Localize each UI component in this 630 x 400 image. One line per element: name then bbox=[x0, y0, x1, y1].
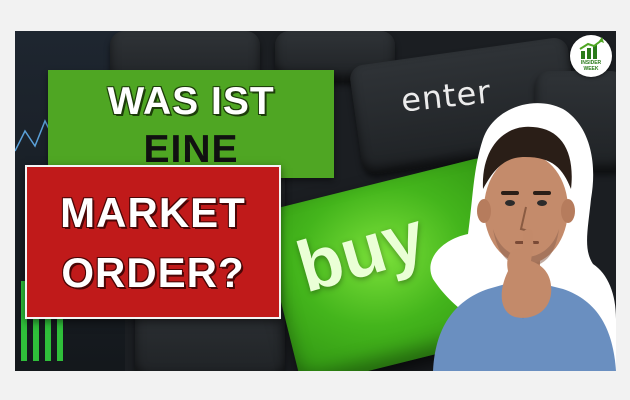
insider-week-logo: INSIDER WEEK bbox=[570, 35, 612, 77]
title-line-1: WAS IST bbox=[107, 80, 275, 123]
logo-text-line-2: WEEK bbox=[583, 66, 599, 72]
title-line-4: ORDER? bbox=[61, 249, 245, 296]
video-thumbnail[interactable]: enter buy WAS IST EINE MARKET ORDER? INS… bbox=[15, 31, 616, 371]
title-line-3: MARKET bbox=[60, 189, 246, 236]
thinking-man-image bbox=[430, 103, 616, 371]
title-banner-green: WAS IST EINE bbox=[48, 70, 334, 178]
title-banner-red: MARKET ORDER? bbox=[25, 165, 281, 319]
